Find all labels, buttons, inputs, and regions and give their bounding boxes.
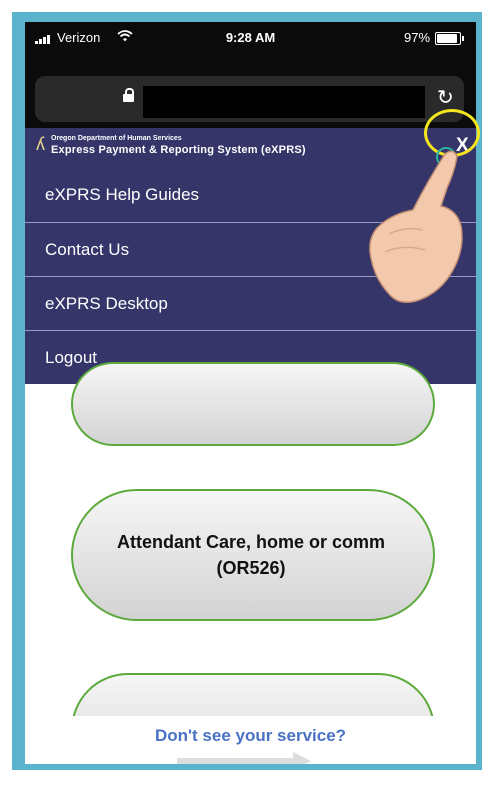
arrow-right-icon bbox=[293, 752, 311, 764]
battery-percent: 97% bbox=[404, 30, 431, 45]
bottom-bar: Don't see your service? bbox=[25, 716, 476, 764]
browser-toolbar: ↻ bbox=[25, 66, 476, 128]
redacted-url bbox=[143, 86, 425, 118]
battery-icon bbox=[435, 32, 464, 45]
org-name: Oregon Department of Human Services bbox=[51, 135, 182, 142]
pointing-hand-icon bbox=[369, 150, 463, 303]
service-button-hidden[interactable] bbox=[71, 362, 435, 446]
dhs-logo: ʎ bbox=[36, 134, 45, 154]
address-bar[interactable]: ↻ bbox=[35, 76, 464, 122]
system-name: Express Payment & Reporting System (eXPR… bbox=[51, 144, 306, 156]
service-label-line2: (OR526) bbox=[216, 558, 286, 578]
dont-see-service-link[interactable]: Don't see your service? bbox=[25, 726, 476, 746]
service-label-line1: Attendant Care, home or comm bbox=[116, 532, 386, 552]
screenshot-frame: Verizon 9:28 AM 97% ↻ ʎ Oregon Departmen… bbox=[12, 12, 482, 770]
status-bar: Verizon 9:28 AM 97% bbox=[25, 22, 476, 66]
service-button-attendant-care[interactable]: Attendant Care, home or comm (OR526) bbox=[71, 489, 435, 621]
reload-icon[interactable]: ↻ bbox=[437, 85, 454, 110]
lock-icon bbox=[123, 88, 134, 102]
scroll-arrow bbox=[177, 758, 297, 764]
phone-screen: Verizon 9:28 AM 97% ↻ ʎ Oregon Departmen… bbox=[25, 22, 476, 764]
